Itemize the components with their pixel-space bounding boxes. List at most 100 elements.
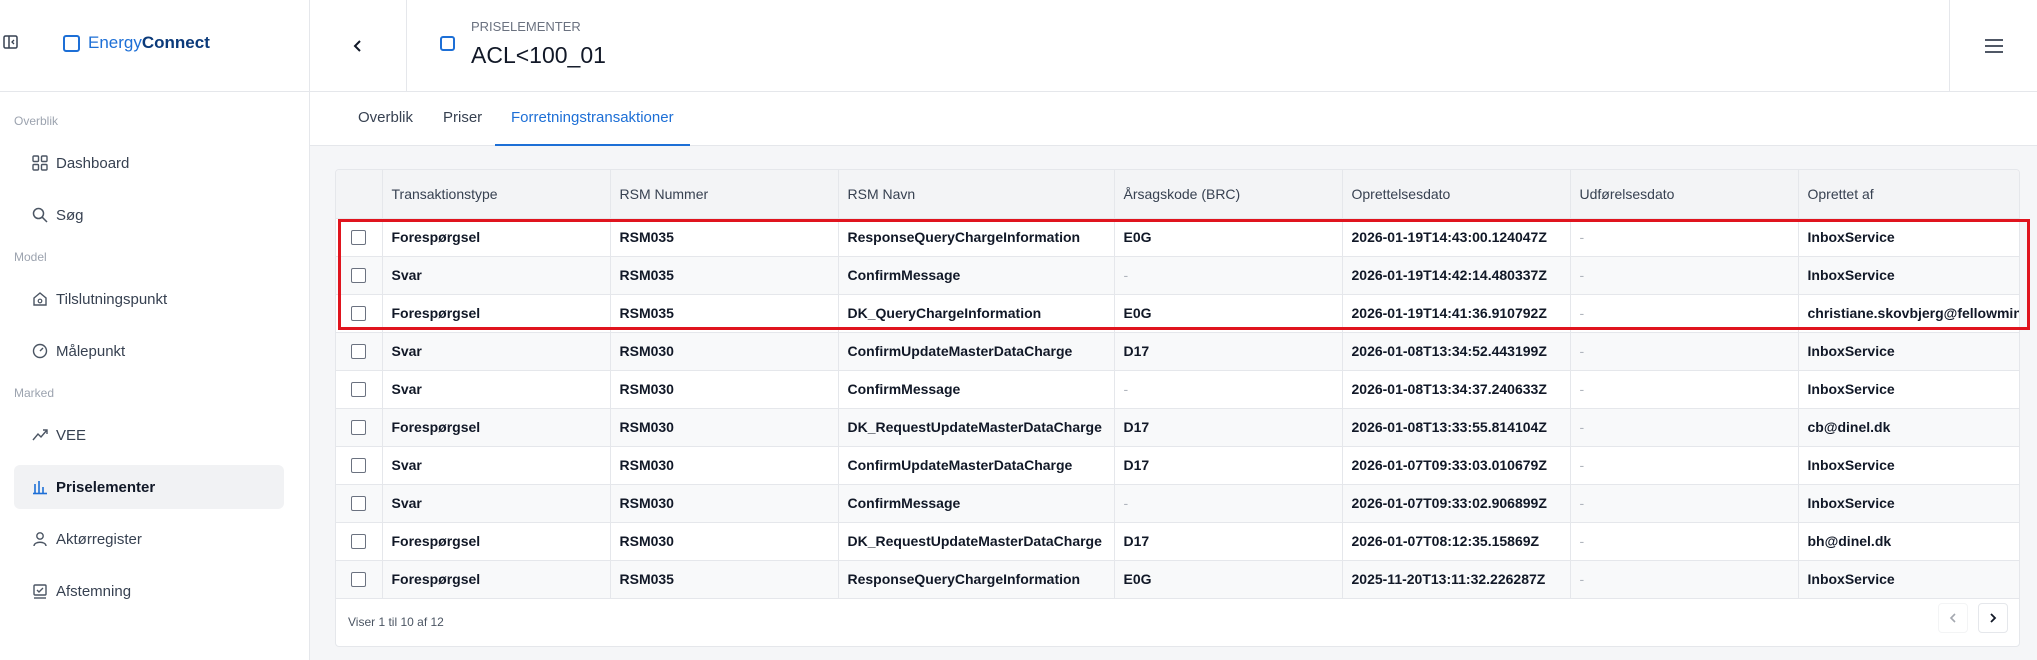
row-select-cell <box>336 446 383 485</box>
cell-created-by: InboxService <box>1798 332 2019 371</box>
row-checkbox[interactable] <box>351 344 367 360</box>
column-header[interactable]: Oprettet af <box>1798 170 2019 219</box>
cell-rsm-number: RSM030 <box>610 370 839 409</box>
grid-icon <box>32 155 48 171</box>
sidebar-item-priselementer[interactable]: Priselementer <box>14 465 284 509</box>
cell-rsm-number: RSM035 <box>610 256 839 295</box>
person-icon <box>33 532 47 547</box>
sidebar-item-label: Målepunkt <box>56 342 126 360</box>
column-header[interactable]: Transaktionstype <box>382 170 611 219</box>
brand-logo[interactable]: Energy Connect <box>63 33 210 53</box>
sidebar-item-label: Tilslutningspunkt <box>56 290 168 308</box>
previous-page-button[interactable] <box>1938 603 1968 633</box>
cell-created-date: 2026-01-19T14:42:14.480337Z <box>1342 256 1571 295</box>
cell-reason-code: - <box>1114 256 1343 295</box>
cell-rsm-name: ConfirmUpdateMasterDataCharge <box>838 332 1115 371</box>
cell-transaction-type: Forespørgsel <box>382 408 611 447</box>
row-checkbox[interactable] <box>351 268 367 284</box>
row-checkbox[interactable] <box>351 572 367 588</box>
cell-rsm-number: RSM035 <box>610 294 839 333</box>
sidebar-item-label: Priselementer <box>56 478 156 496</box>
row-checkbox[interactable] <box>351 420 367 436</box>
cell-created-by: InboxService <box>1798 484 2019 523</box>
cell-created-date: 2026-01-08T13:34:52.443199Z <box>1342 332 1571 371</box>
column-header[interactable]: Årsagskode (BRC) <box>1114 170 1343 219</box>
tab-priser[interactable]: Priser <box>443 92 482 146</box>
sidebar-item-afstemning[interactable]: Afstemning <box>14 569 284 613</box>
table-row[interactable]: Svar RSM030 ConfirmUpdateMasterDataCharge D… <box>336 446 2019 485</box>
column-header[interactable]: Oprettelsesdato <box>1342 170 1571 219</box>
cell-executed-date: - <box>1570 370 1799 409</box>
row-select-cell <box>336 370 383 409</box>
cell-created-by: christiane.skovbjerg@fellowmind.c <box>1798 294 2019 333</box>
section-label-model: Model <box>14 250 47 264</box>
cell-reason-code: E0G <box>1114 560 1343 599</box>
transactions-table: Transaktionstype RSM Nummer RSM Navn Års… <box>336 170 2019 599</box>
table-row[interactable]: Forespørgsel RSM030 DK_RequestUpdateMaster… <box>336 408 2019 447</box>
gauge-icon <box>32 343 48 359</box>
cell-executed-date: - <box>1570 294 1799 333</box>
sidebar-item-vee[interactable]: VEE <box>14 413 284 457</box>
row-checkbox[interactable] <box>351 534 367 550</box>
logo-icon <box>63 34 80 52</box>
sidebar-item-label: Dashboard <box>56 154 130 172</box>
checklist-icon <box>33 584 47 599</box>
table-row[interactable]: Forespørgsel RSM030 DK_RequestUpdateMaster… <box>336 522 2019 561</box>
column-header[interactable]: RSM Navn <box>838 170 1115 219</box>
cell-rsm-number: RSM035 <box>610 560 839 599</box>
cell-transaction-type: Svar <box>382 332 611 371</box>
bar-chart-icon <box>33 481 47 495</box>
tab-forretningstransaktioner[interactable]: Forretningstransaktioner <box>495 92 690 146</box>
row-checkbox[interactable] <box>351 458 367 474</box>
cell-executed-date: - <box>1570 408 1799 447</box>
row-select-cell <box>336 294 383 333</box>
sidebar-item-search[interactable]: Søg <box>14 193 284 237</box>
cell-reason-code: E0G <box>1114 294 1343 333</box>
table-row[interactable]: Svar RSM030 ConfirmUpdateMasterDataCharge D… <box>336 332 2019 371</box>
priselement-icon <box>440 36 455 51</box>
cell-rsm-number: RSM035 <box>610 218 839 257</box>
hamburger-menu-icon <box>1984 38 2003 53</box>
row-checkbox[interactable] <box>351 306 367 322</box>
sidebar-item-aktoerregister[interactable]: Aktørregister <box>14 517 284 561</box>
cell-rsm-name: ConfirmUpdateMasterDataCharge <box>838 446 1115 485</box>
house-icon <box>33 292 47 306</box>
table-row[interactable]: Svar RSM030 ConfirmMessage -2026-01-08T13:3… <box>336 370 2019 409</box>
row-checkbox[interactable] <box>351 382 367 398</box>
row-checkbox[interactable] <box>351 230 367 246</box>
cell-created-by: bh@dinel.dk <box>1798 522 2019 561</box>
cell-executed-date: - <box>1570 446 1799 485</box>
chevron-left-icon <box>1949 613 1956 623</box>
menu-button[interactable] <box>1949 0 2037 91</box>
next-page-button[interactable] <box>1978 603 2008 633</box>
cell-transaction-type: Forespørgsel <box>382 294 611 333</box>
cell-transaction-type: Forespørgsel <box>382 218 611 257</box>
cell-executed-date: - <box>1570 484 1799 523</box>
cell-transaction-type: Svar <box>382 446 611 485</box>
cell-reason-code: - <box>1114 370 1343 409</box>
table-row[interactable]: Forespørgsel RSM035 ResponseQueryChargeInf… <box>336 218 2019 257</box>
back-button[interactable] <box>310 0 407 91</box>
tab-overblik[interactable]: Overblik <box>358 92 413 146</box>
cell-executed-date: - <box>1570 560 1799 599</box>
cell-created-by: InboxService <box>1798 218 2019 257</box>
sidebar-item-dashboard[interactable]: Dashboard <box>14 141 284 185</box>
collapse-sidebar-icon[interactable] <box>2 33 20 51</box>
section-label-marked: Marked <box>14 386 55 400</box>
page-header: PRISELEMENTER ACL<100_01 <box>310 0 2037 92</box>
column-header[interactable]: RSM Nummer <box>610 170 839 219</box>
cell-rsm-number: RSM030 <box>610 446 839 485</box>
table-row[interactable]: Forespørgsel RSM035 ResponseQueryChargeInf… <box>336 560 2019 599</box>
sidebar-item-maalepunkt[interactable]: Målepunkt <box>14 329 284 373</box>
table-row[interactable]: Svar RSM030 ConfirmMessage -2026-01-07T09:3… <box>336 484 2019 523</box>
sidebar-item-label: Aktørregister <box>56 530 142 548</box>
column-header[interactable]: Udførelsesdato <box>1570 170 1799 219</box>
sidebar-item-tilslutningspunkt[interactable]: Tilslutningspunkt <box>14 277 284 321</box>
cell-transaction-type: Svar <box>382 256 611 295</box>
row-checkbox[interactable] <box>351 496 367 512</box>
table-header-row: Transaktionstype RSM Nummer RSM Navn Års… <box>336 170 2019 219</box>
table-row[interactable]: Svar RSM035 ConfirmMessage -2026-01-19T14:4… <box>336 256 2019 295</box>
table-row[interactable]: Forespørgsel RSM035 DK_QueryChargeInformat… <box>336 294 2019 333</box>
search-icon <box>32 207 48 223</box>
row-select-cell <box>336 256 383 295</box>
